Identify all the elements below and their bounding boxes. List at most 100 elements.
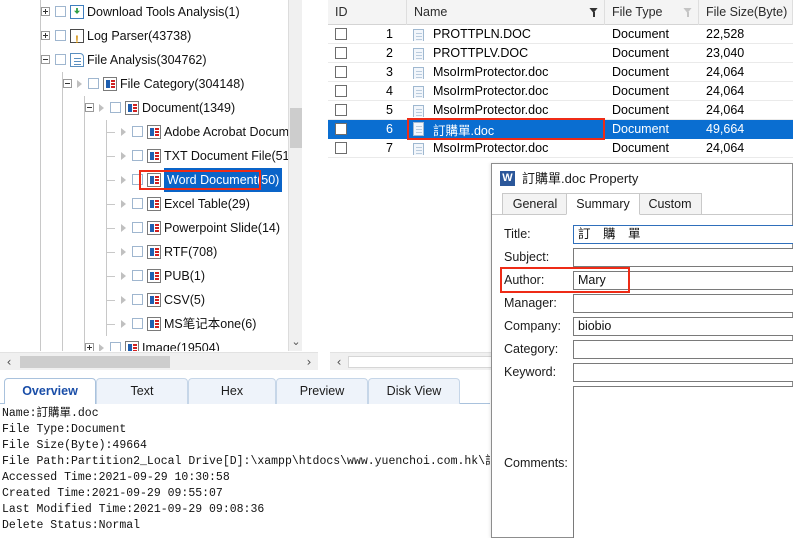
tree-node-label[interactable]: Excel Table(29) xyxy=(164,192,250,216)
tree-node-label[interactable]: Document(1349) xyxy=(142,96,235,120)
tree-node-label[interactable]: RTF(708) xyxy=(164,240,217,264)
tree-node-14[interactable]: Image(19504) xyxy=(0,336,302,351)
tree-node-4[interactable]: Document(1349) xyxy=(0,96,302,120)
column-header-size[interactable]: File Size(Byte) xyxy=(699,0,793,25)
row-checkbox[interactable] xyxy=(335,65,347,78)
cell-name[interactable]: PROTTPLN.DOC xyxy=(407,27,605,41)
filter-icon[interactable] xyxy=(589,8,598,17)
tree-node-checkbox[interactable] xyxy=(132,270,143,281)
cell-name[interactable]: MsoIrmProtector.doc xyxy=(407,103,605,117)
field-input-company[interactable]: biobio xyxy=(573,317,793,336)
tree-node-checkbox[interactable] xyxy=(132,126,143,137)
tree-node-checkbox[interactable] xyxy=(55,54,66,65)
tree-node-7[interactable]: Word Document(50) xyxy=(0,168,302,192)
row-checkbox-cell[interactable] xyxy=(328,82,358,101)
tree-node-13[interactable]: MS笔记本one(6) xyxy=(0,312,302,336)
tree-node-label[interactable]: CSV(5) xyxy=(164,288,205,312)
field-input-title[interactable]: 訂 購 單 xyxy=(573,225,793,244)
row-checkbox-cell[interactable] xyxy=(328,139,358,158)
chevron-right-icon[interactable] xyxy=(99,104,107,112)
tree-node-checkbox[interactable] xyxy=(55,30,66,41)
table-row[interactable]: 3 MsoIrmProtector.doc Document 24,064 xyxy=(328,63,793,82)
tree-node-12[interactable]: CSV(5) xyxy=(0,288,302,312)
row-checkbox[interactable] xyxy=(335,46,347,59)
tree-node-0[interactable]: Download Tools Analysis(1) xyxy=(0,0,302,24)
tree-node-10[interactable]: RTF(708) xyxy=(0,240,302,264)
tree-node-label[interactable]: TXT Document File(511) xyxy=(164,144,300,168)
category-tree-panel[interactable]: Download Tools Analysis(1)Log Parser(437… xyxy=(0,0,302,351)
field-input-category[interactable] xyxy=(573,340,793,359)
tree-horizontal-scrollbar[interactable]: ‹ › xyxy=(0,352,318,370)
row-checkbox[interactable] xyxy=(335,103,347,116)
tree-node-checkbox[interactable] xyxy=(132,246,143,257)
tab-overview[interactable]: Overview xyxy=(4,378,96,404)
tree-node-1[interactable]: Log Parser(43738) xyxy=(0,24,302,52)
tree-node-checkbox[interactable] xyxy=(88,78,99,89)
tree-node-label[interactable]: PUB(1) xyxy=(164,264,205,288)
row-checkbox-cell[interactable] xyxy=(328,101,358,120)
cell-name[interactable]: PROTTPLV.DOC xyxy=(407,46,605,60)
collapse-icon[interactable] xyxy=(85,103,94,112)
tree-node-label[interactable]: MS笔记本one(6) xyxy=(164,312,256,336)
tree-node-8[interactable]: Excel Table(29) xyxy=(0,192,302,216)
table-row[interactable]: 1 PROTTPLN.DOC Document 22,528 xyxy=(328,25,793,44)
field-input-manager[interactable] xyxy=(573,294,793,313)
scroll-left-icon[interactable]: ‹ xyxy=(330,353,348,371)
row-checkbox-cell[interactable] xyxy=(328,44,358,63)
table-row[interactable]: 5 MsoIrmProtector.doc Document 24,064 xyxy=(328,101,793,120)
property-tab-summary[interactable]: Summary xyxy=(566,193,640,215)
chevron-right-icon[interactable] xyxy=(121,320,129,328)
tree-node-checkbox[interactable] xyxy=(110,342,121,351)
tree-node-label[interactable]: Word Document(50) xyxy=(164,168,283,192)
tab-hex[interactable]: Hex xyxy=(188,378,276,404)
filter-icon[interactable] xyxy=(683,8,692,17)
scroll-left-icon[interactable]: ‹ xyxy=(0,353,18,371)
expand-icon[interactable] xyxy=(41,31,50,40)
table-row[interactable]: 4 MsoIrmProtector.doc Document 24,064 xyxy=(328,82,793,101)
table-row[interactable]: 6 訂購單.doc Document 49,664 xyxy=(328,120,793,139)
property-summary-form[interactable]: Title: 訂 購 單 Subject: Author: Mary Manager: Co… xyxy=(492,214,793,538)
tree-vscroll-thumb[interactable] xyxy=(290,108,302,148)
expand-icon[interactable] xyxy=(85,343,94,351)
tree-node-checkbox[interactable] xyxy=(132,198,143,209)
chevron-right-icon[interactable] xyxy=(121,248,129,256)
tab-text[interactable]: Text xyxy=(96,378,188,404)
row-checkbox-cell[interactable] xyxy=(328,25,358,44)
cell-name[interactable]: MsoIrmProtector.doc xyxy=(407,65,605,79)
tree-node-3[interactable]: File Category(304148) xyxy=(0,72,302,96)
cell-name[interactable]: 訂購單.doc xyxy=(407,120,605,139)
tab-preview[interactable]: Preview xyxy=(276,378,368,404)
row-checkbox-cell[interactable] xyxy=(328,63,358,82)
row-checkbox[interactable] xyxy=(335,84,347,97)
column-header-type[interactable]: File Type xyxy=(605,0,699,25)
tree-node-checkbox[interactable] xyxy=(132,150,143,161)
chevron-down-icon[interactable]: ⌄ xyxy=(289,335,303,351)
tree-node-9[interactable]: Powerpoint Slide(14) xyxy=(0,216,302,240)
tree-node-label[interactable]: File Category(304148) xyxy=(120,72,244,96)
tree-node-6[interactable]: TXT Document File(511) xyxy=(0,144,302,168)
chevron-right-icon[interactable] xyxy=(121,224,129,232)
chevron-right-icon[interactable] xyxy=(121,296,129,304)
table-row[interactable]: 2 PROTTPLV.DOC Document 23,040 xyxy=(328,44,793,63)
tree-node-checkbox[interactable] xyxy=(132,174,143,185)
column-header-name[interactable]: Name xyxy=(407,0,605,25)
property-dialog[interactable]: W 訂購單.doc Property General Summary Custom … xyxy=(491,163,793,538)
field-input-comments[interactable] xyxy=(573,386,793,538)
expand-icon[interactable] xyxy=(41,7,50,16)
tree-hscroll-thumb[interactable] xyxy=(20,356,170,368)
table-row[interactable]: 7 MsoIrmProtector.doc Document 24,064 xyxy=(328,139,793,158)
chevron-right-icon[interactable] xyxy=(121,272,129,280)
tree-node-label[interactable]: Download Tools Analysis(1) xyxy=(87,0,240,24)
chevron-right-icon[interactable] xyxy=(121,176,129,184)
tree-node-label[interactable]: File Analysis(304762) xyxy=(87,48,207,72)
tree-node-checkbox[interactable] xyxy=(110,102,121,113)
row-checkbox-cell[interactable] xyxy=(328,120,358,139)
tree-node-11[interactable]: PUB(1) xyxy=(0,264,302,288)
row-checkbox[interactable] xyxy=(335,122,347,135)
tree-node-checkbox[interactable] xyxy=(132,222,143,233)
collapse-icon[interactable] xyxy=(63,79,72,88)
property-tab-general[interactable]: General xyxy=(502,193,568,215)
collapse-icon[interactable] xyxy=(41,55,50,64)
scroll-right-icon[interactable]: › xyxy=(300,353,318,371)
chevron-right-icon[interactable] xyxy=(121,200,129,208)
